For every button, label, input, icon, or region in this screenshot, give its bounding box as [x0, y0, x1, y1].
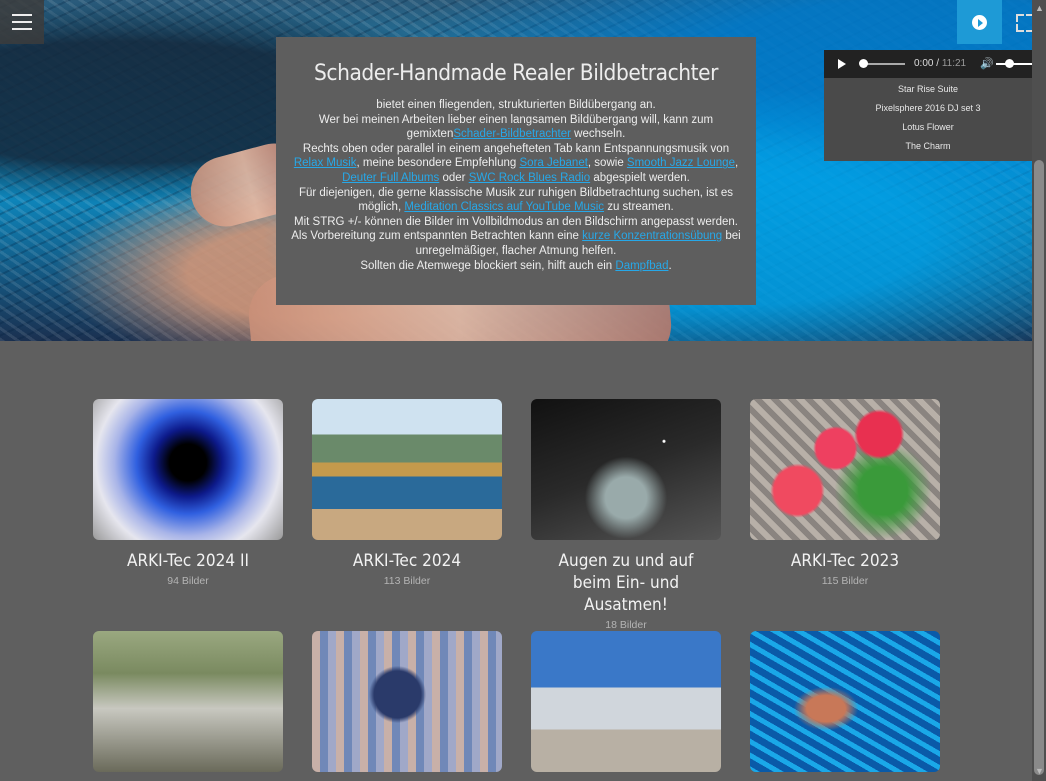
album-card[interactable]: ARKI-Tec 2024 II 94 Bilder: [93, 399, 283, 587]
album-thumbnail[interactable]: [93, 399, 283, 540]
album-card[interactable]: [93, 631, 283, 772]
volume-track[interactable]: [996, 63, 1034, 65]
playlist: Star Rise Suite Pixelsphere 2016 DJ set …: [824, 80, 1032, 156]
album-card[interactable]: [312, 631, 502, 772]
speaker-icon[interactable]: 🔊: [980, 57, 994, 70]
album-grid: ARKI-Tec 2024 II 94 Bilder ARKI-Tec 2024…: [0, 341, 1032, 781]
album-thumbnail[interactable]: [531, 399, 721, 540]
link-slow-viewer[interactable]: Schader-Bildbetrachter: [453, 128, 571, 140]
hamburger-menu-icon: [12, 14, 32, 16]
album-card[interactable]: ARKI-Tec 2024 113 Bilder: [312, 399, 502, 587]
slideshow-play-button[interactable]: [957, 0, 1002, 44]
scroll-down-icon[interactable]: ▼: [1035, 766, 1044, 776]
page-title: Schader-Handmade Realer Bildbetrachter: [314, 61, 718, 86]
album-count: 18 Bilder: [605, 619, 647, 631]
album-thumbnail[interactable]: [531, 631, 721, 772]
album-thumbnail[interactable]: [312, 631, 502, 772]
album-thumbnail[interactable]: [750, 399, 940, 540]
album-card[interactable]: ARKI-Tec 2023 115 Bilder: [750, 399, 940, 587]
playlist-item[interactable]: The Charm: [824, 137, 1032, 156]
link-sora[interactable]: Sora Jebanet: [520, 157, 588, 169]
volume-knob[interactable]: [1005, 59, 1014, 68]
album-card[interactable]: [750, 631, 940, 772]
progress-knob[interactable]: [859, 59, 868, 68]
album-thumbnail[interactable]: [312, 399, 502, 540]
album-thumbnail[interactable]: [750, 631, 940, 772]
album-card[interactable]: Augen zu und auf beim Ein- und Ausatmen!…: [531, 399, 721, 631]
time-display: 0:00 / 11:21: [914, 58, 967, 69]
album-thumbnail[interactable]: [93, 631, 283, 772]
album-title: ARKI-Tec 2023: [790, 551, 900, 571]
album-count: 113 Bilder: [383, 575, 431, 587]
link-swc-radio[interactable]: SWC Rock Blues Radio: [469, 172, 590, 184]
link-breathing-exercise[interactable]: kurze Konzentrationsübung: [582, 230, 722, 242]
link-relax-music[interactable]: Relax Musik: [294, 157, 357, 169]
album-count: 94 Bilder: [167, 575, 209, 587]
playlist-item[interactable]: Pixelsphere 2016 DJ set 3: [824, 99, 1032, 118]
info-panel: Schader-Handmade Realer Bildbetrachter b…: [276, 37, 756, 305]
menu-button[interactable]: [0, 0, 44, 44]
playlist-item[interactable]: Star Rise Suite: [824, 80, 1032, 99]
album-count: 115 Bilder: [821, 575, 869, 587]
fullscreen-icon: [1016, 14, 1024, 22]
link-steam-bath[interactable]: Dampfbad: [615, 260, 668, 272]
audio-player: 0:00 / 11:21 🔊 Star Rise Suite Pixelsphe…: [824, 50, 1046, 161]
scrollbar-thumb[interactable]: [1034, 160, 1044, 775]
album-title: ARKI-Tec 2024: [352, 551, 462, 571]
audio-play-icon[interactable]: [838, 59, 846, 69]
page-scrollbar[interactable]: ▲ ▼: [1032, 0, 1046, 781]
link-meditation-classics[interactable]: Meditation Classics auf YouTube Music: [404, 201, 604, 213]
link-deuter[interactable]: Deuter Full Albums: [342, 172, 439, 184]
playlist-item[interactable]: Lotus Flower: [824, 118, 1032, 137]
album-title: Augen zu und auf beim Ein- und Ausatmen!: [558, 551, 694, 615]
album-title: ARKI-Tec 2024 II: [126, 551, 250, 571]
link-smooth-jazz[interactable]: Smooth Jazz Lounge: [627, 157, 735, 169]
scroll-up-icon[interactable]: ▲: [1035, 3, 1044, 13]
info-text: bietet einen fliegenden, strukturierten …: [291, 99, 741, 272]
player-controls: 0:00 / 11:21 🔊: [824, 50, 1046, 78]
album-card[interactable]: [531, 631, 721, 772]
